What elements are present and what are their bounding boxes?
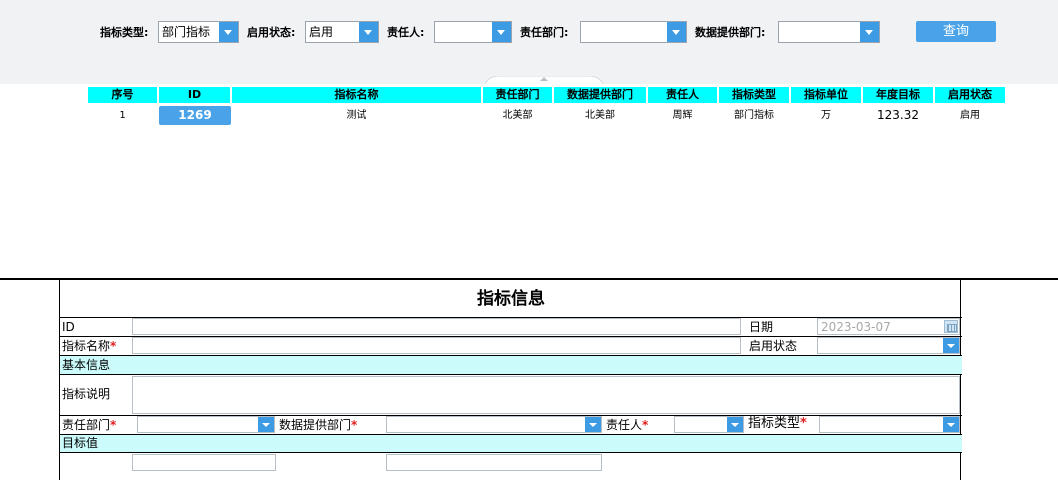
owner-select[interactable] [674, 416, 744, 433]
desc-textarea[interactable] [132, 376, 960, 414]
column-header-index[interactable]: 序号 [88, 87, 157, 103]
cell-type: 部门指标 [734, 110, 774, 121]
owner-label-text: 责任人 [606, 418, 643, 432]
dept-filter-select[interactable] [580, 21, 687, 43]
name-label-text: 指标名称 [62, 339, 111, 353]
filter-bar: 指标类型: 部门指标 启用状态: 启用 责任人: 责任部门: 数据提供部门: 查… [0, 0, 1058, 84]
target-field-2[interactable] [386, 454, 602, 471]
cell-dept: 北美部 [502, 110, 533, 121]
date-label: 日期 [749, 320, 774, 334]
dept-filter-label: 责任部门: [520, 26, 569, 39]
status-select[interactable] [817, 337, 960, 354]
cell-id-link[interactable]: 1269 [159, 106, 231, 125]
name-field[interactable] [132, 337, 741, 354]
desc-label: 指标说明 [62, 387, 111, 401]
column-header-name[interactable]: 指标名称 [232, 87, 481, 103]
chevron-down-icon[interactable] [727, 417, 743, 432]
row-divider [60, 374, 962, 375]
required-mark: * [800, 416, 807, 431]
target-field-1[interactable] [132, 454, 276, 471]
dept-label-text: 责任部门 [62, 418, 111, 432]
calendar-icon[interactable] [944, 320, 958, 333]
status-filter-select[interactable]: 启用 [305, 21, 379, 43]
cell-unit: 万 [821, 110, 831, 121]
indicator-form: 指标信息 ID 日期 2023-03-07 指标名称* 启用状态 基本信息 指标… [59, 280, 962, 480]
dept-label: 责任部门* [62, 418, 116, 432]
cell-provider: 北美部 [585, 110, 615, 121]
column-header-type[interactable]: 指标类型 [719, 87, 789, 103]
column-header-target[interactable]: 年度目标 [863, 87, 933, 103]
cell-owner: 周辉 [672, 110, 693, 121]
row-divider [60, 452, 962, 453]
query-button[interactable]: 查询 [916, 21, 996, 42]
required-mark: * [642, 418, 649, 432]
chevron-down-icon[interactable] [943, 338, 959, 353]
owner-filter-select[interactable] [434, 21, 512, 43]
owner-filter-label: 责任人: [387, 26, 425, 39]
section-basic: 基本信息 [60, 356, 962, 374]
required-mark: * [110, 418, 117, 432]
column-header-dept[interactable]: 责任部门 [483, 87, 552, 103]
chevron-down-icon[interactable] [219, 22, 238, 42]
section-basic-label: 基本信息 [62, 358, 111, 372]
type-select[interactable] [819, 416, 960, 433]
id-field[interactable] [132, 318, 741, 335]
cell-target: 123.32 [877, 108, 919, 122]
column-header-provider[interactable]: 数据提供部门 [554, 87, 646, 103]
provider-label-text: 数据提供部门 [279, 418, 352, 432]
provider-select[interactable] [386, 416, 602, 433]
status-filter-value: 启用 [309, 25, 334, 39]
type-filter-select[interactable]: 部门指标 [158, 21, 239, 43]
status-filter-label: 启用状态: [247, 26, 296, 39]
type-filter-label: 指标类型: [100, 26, 149, 39]
column-header-unit[interactable]: 指标单位 [791, 87, 861, 103]
chevron-down-icon[interactable] [359, 22, 378, 42]
provider-label: 数据提供部门* [279, 418, 357, 432]
form-title: 指标信息 [477, 289, 545, 309]
id-label: ID [62, 320, 75, 334]
status-label: 启用状态 [749, 339, 798, 353]
chevron-down-icon[interactable] [667, 22, 686, 42]
provider-filter-label: 数据提供部门: [695, 26, 766, 39]
required-mark: * [351, 418, 358, 432]
type-label-text: 指标类型 [748, 416, 801, 431]
section-target: 目标值 [60, 435, 962, 452]
provider-filter-select[interactable] [778, 21, 880, 43]
name-label: 指标名称* [62, 339, 116, 353]
cell-index: 1 [119, 110, 126, 121]
type-filter-value: 部门指标 [162, 25, 211, 39]
owner-label: 责任人* [606, 418, 648, 432]
section-target-label: 目标值 [62, 436, 99, 450]
column-header-id[interactable]: ID [159, 87, 230, 103]
collapse-handle[interactable] [485, 76, 603, 84]
column-header-owner[interactable]: 责任人 [648, 87, 717, 103]
chevron-down-icon[interactable] [860, 22, 879, 42]
type-label: 指标类型* [748, 417, 807, 431]
cell-status: 启用 [960, 110, 980, 121]
date-field[interactable]: 2023-03-07 [817, 318, 960, 335]
column-header-status[interactable]: 启用状态 [935, 87, 1005, 103]
date-value: 2023-03-07 [821, 320, 891, 334]
dept-select[interactable] [137, 416, 275, 433]
chevron-down-icon[interactable] [585, 417, 601, 432]
cell-name: 测试 [346, 110, 367, 121]
required-mark: * [110, 339, 117, 353]
chevron-down-icon[interactable] [492, 22, 511, 42]
chevron-down-icon[interactable] [943, 417, 959, 432]
chevron-down-icon[interactable] [258, 417, 274, 432]
